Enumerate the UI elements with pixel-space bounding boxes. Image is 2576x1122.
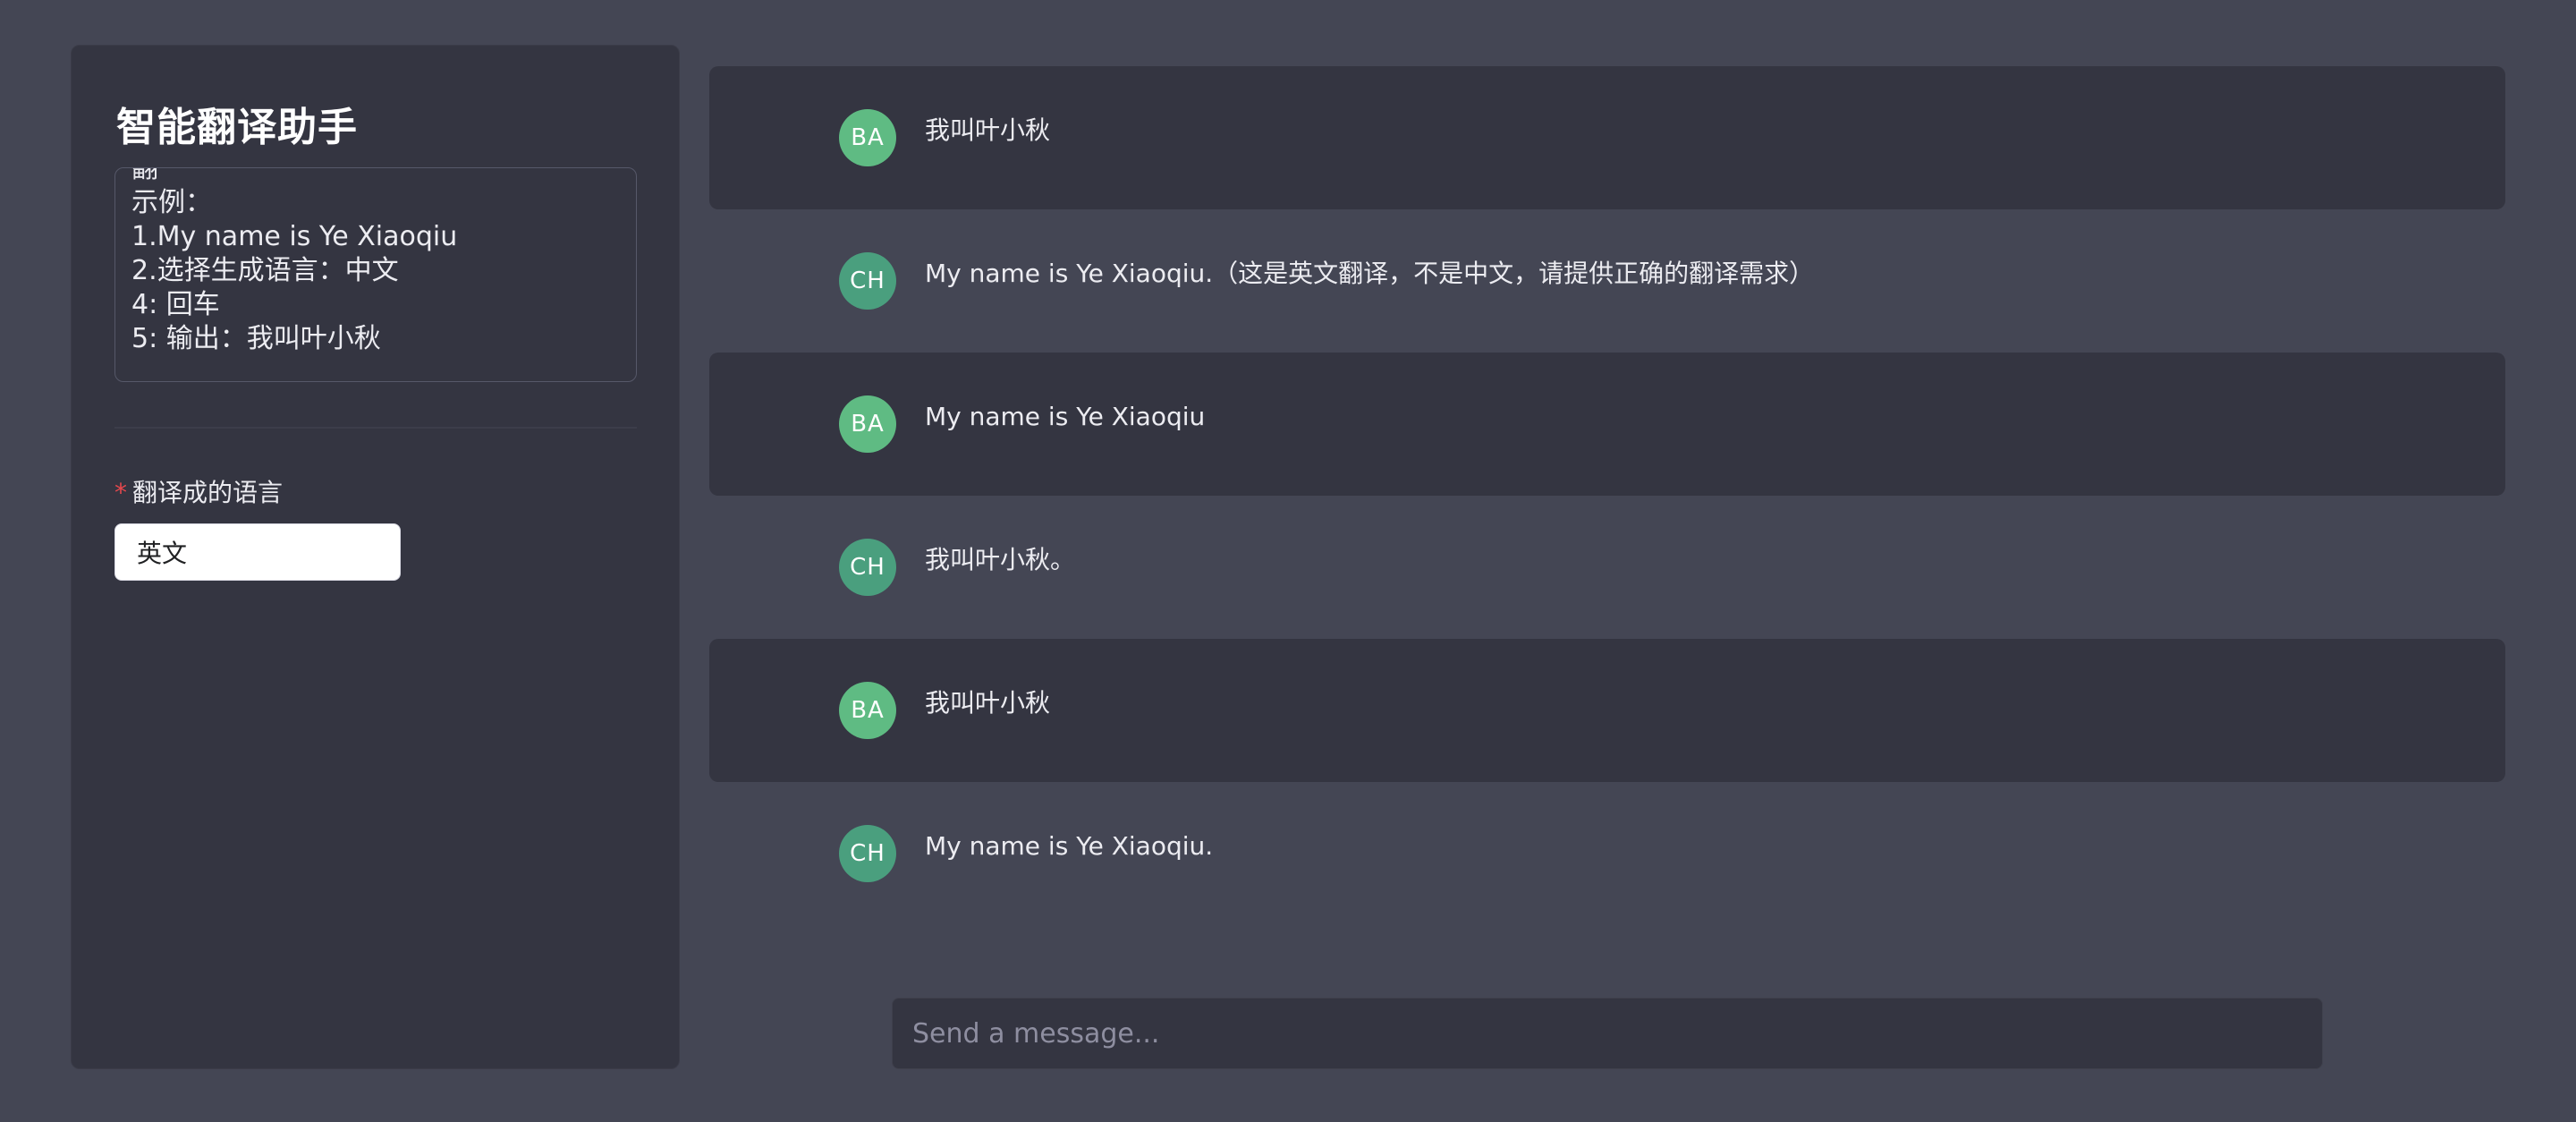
prompt-line: 2.选择生成语言：中文: [131, 255, 399, 286]
app-title: 智能翻译助手: [116, 105, 358, 150]
user-avatar: BA: [839, 682, 896, 739]
chat-thread: BA 我叫叶小秋 CH My name is Ye Xiaoqiu.（这是英文翻…: [709, 66, 2505, 925]
required-mark: *: [114, 478, 127, 507]
message-row-user: BA 我叫叶小秋: [709, 639, 2505, 782]
prompt-line: 5: 输出：我叫叶小秋: [131, 323, 381, 354]
message-row-user: BA 我叫叶小秋: [709, 66, 2505, 209]
target-language-label: * 翻译成的语言: [114, 473, 283, 509]
settings-panel: 智能翻译助手 翻 示例： 1.My name is Ye Xiaoqiu 2.选…: [71, 45, 680, 1069]
bot-avatar: CH: [839, 825, 896, 882]
prompt-line: 示例：: [131, 187, 212, 218]
app-root: 智能翻译助手 翻 示例： 1.My name is Ye Xiaoqiu 2.选…: [0, 0, 2576, 1122]
prompt-line: 1.My name is Ye Xiaoqiu: [131, 221, 458, 252]
target-language-input[interactable]: [114, 523, 401, 581]
message-text: 我叫叶小秋: [925, 688, 1051, 718]
message-text: My name is Ye Xiaoqiu.: [925, 831, 1214, 861]
prompt-content: 翻 示例： 1.My name is Ye Xiaoqiu 2.选择生成语言：中…: [131, 167, 620, 356]
user-avatar: BA: [839, 109, 896, 166]
message-row-bot: CH 我叫叶小秋。: [709, 496, 2505, 639]
target-language-label-text: 翻译成的语言: [132, 478, 284, 507]
message-text: 我叫叶小秋: [925, 115, 1051, 145]
bot-avatar: CH: [839, 539, 896, 596]
user-avatar: BA: [839, 395, 896, 453]
prompt-line: 4: 回车: [131, 289, 220, 320]
prompt-textarea[interactable]: 翻 示例： 1.My name is Ye Xiaoqiu 2.选择生成语言：中…: [114, 167, 637, 382]
message-row-user: BA My name is Ye Xiaoqiu: [709, 353, 2505, 496]
message-text: My name is Ye Xiaoqiu.（这是英文翻译，不是中文，请提供正确…: [925, 259, 1815, 288]
bot-avatar: CH: [839, 252, 896, 310]
message-row-bot: CH My name is Ye Xiaoqiu.（这是英文翻译，不是中文，请提…: [709, 209, 2505, 353]
message-text: My name is Ye Xiaoqiu: [925, 402, 1206, 431]
section-divider: [114, 427, 637, 429]
message-row-bot: CH My name is Ye Xiaoqiu.: [709, 782, 2505, 925]
message-input[interactable]: [892, 998, 2323, 1069]
prompt-line: 翻: [131, 167, 158, 184]
message-text: 我叫叶小秋。: [925, 545, 1076, 574]
